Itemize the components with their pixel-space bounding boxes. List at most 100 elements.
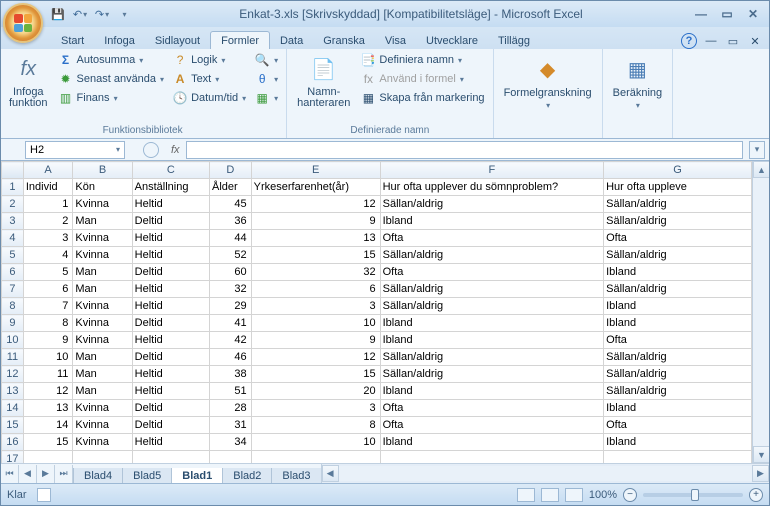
cell[interactable]: Ibland (604, 434, 752, 451)
cell[interactable]: Heltid (132, 247, 209, 264)
col-header-D[interactable]: D (210, 162, 252, 179)
ribbon-tab-start[interactable]: Start (51, 32, 94, 49)
cell[interactable]: 1 (23, 196, 73, 213)
cell[interactable]: Kvinna (73, 298, 132, 315)
cell[interactable]: 12 (251, 349, 380, 366)
row-header-10[interactable]: 10 (2, 332, 24, 349)
name-manager-button[interactable]: 📄 Namn- hanteraren (293, 51, 354, 111)
cell[interactable]: 5 (23, 264, 73, 281)
scroll-left-icon[interactable]: ◀ (322, 465, 339, 482)
row-header-11[interactable]: 11 (2, 349, 24, 366)
cell[interactable]: Sällan/aldrig (380, 281, 604, 298)
cell[interactable]: 46 (210, 349, 252, 366)
cell[interactable]: 10 (23, 349, 73, 366)
cell[interactable]: Ibland (380, 213, 604, 230)
vertical-scrollbar[interactable]: ▲ ▼ (752, 161, 769, 463)
row-header-13[interactable]: 13 (2, 383, 24, 400)
name-box[interactable]: H2 ▾ (25, 141, 125, 159)
row-header-7[interactable]: 7 (2, 281, 24, 298)
ribbon-tab-data[interactable]: Data (270, 32, 313, 49)
cell[interactable]: 15 (251, 366, 380, 383)
cell[interactable]: Ibland (380, 383, 604, 400)
cell[interactable]: 10 (251, 434, 380, 451)
row-header-9[interactable]: 9 (2, 315, 24, 332)
cell[interactable]: Heltid (132, 366, 209, 383)
cell[interactable] (132, 451, 209, 464)
cell[interactable]: 8 (23, 315, 73, 332)
use-in-formula-button[interactable]: fxAnvänd i formel▾ (358, 70, 486, 88)
cell[interactable]: 8 (251, 417, 380, 434)
cell[interactable]: 2 (23, 213, 73, 230)
cell[interactable]: Ibland (604, 264, 752, 281)
zoom-out-button[interactable]: − (623, 488, 637, 502)
ribbon-tab-sidlayout[interactable]: Sidlayout (145, 32, 210, 49)
cell[interactable]: 10 (251, 315, 380, 332)
row-header-2[interactable]: 2 (2, 196, 24, 213)
cell[interactable]: Heltid (132, 383, 209, 400)
cell[interactable]: Kvinna (73, 400, 132, 417)
cell[interactable]: Man (73, 366, 132, 383)
cell[interactable]: Ibland (380, 315, 604, 332)
sheet-tab-blad1[interactable]: Blad1 (171, 468, 223, 484)
cell[interactable]: Kvinna (73, 417, 132, 434)
cell[interactable]: 9 (251, 213, 380, 230)
zoom-slider[interactable] (643, 493, 743, 497)
ribbon-tab-infoga[interactable]: Infoga (94, 32, 145, 49)
calculation-button[interactable]: ▦ Beräkning ▾ (609, 51, 667, 112)
formula-bar[interactable] (186, 141, 743, 159)
cell[interactable]: Ibland (380, 332, 604, 349)
cell[interactable]: Man (73, 213, 132, 230)
cell[interactable]: Sällan/aldrig (380, 247, 604, 264)
cell[interactable]: 34 (210, 434, 252, 451)
row-header-3[interactable]: 3 (2, 213, 24, 230)
col-header-F[interactable]: F (380, 162, 604, 179)
horizontal-scrollbar[interactable]: ◀ ▶ (321, 464, 769, 483)
ribbon-tab-granska[interactable]: Granska (313, 32, 375, 49)
scroll-up-icon[interactable]: ▲ (753, 161, 769, 178)
office-button[interactable] (3, 3, 43, 43)
more-fn-button[interactable]: ▦▾ (252, 89, 280, 107)
ribbon-tab-visa[interactable]: Visa (375, 32, 416, 49)
doc-restore-button[interactable]: ▭ (725, 33, 741, 49)
first-sheet-button[interactable]: ⏮ (1, 465, 19, 483)
cell[interactable]: 29 (210, 298, 252, 315)
cell[interactable]: 15 (23, 434, 73, 451)
cell[interactable]: 12 (251, 196, 380, 213)
row-header-14[interactable]: 14 (2, 400, 24, 417)
cell[interactable]: 3 (23, 230, 73, 247)
cell[interactable]: Ofta (604, 230, 752, 247)
cell[interactable]: Sällan/aldrig (380, 349, 604, 366)
cell[interactable]: Individ (23, 179, 73, 196)
row-header-17[interactable]: 17 (2, 451, 24, 464)
fx-label[interactable]: fx (171, 144, 180, 156)
maximize-button[interactable]: ▭ (715, 6, 739, 22)
cell[interactable]: Anställning (132, 179, 209, 196)
scroll-right-icon[interactable]: ▶ (752, 465, 769, 482)
cell[interactable]: Sällan/aldrig (604, 213, 752, 230)
zoom-in-button[interactable]: + (749, 488, 763, 502)
undo-icon[interactable]: ↶▾ (71, 5, 89, 23)
spreadsheet-grid[interactable]: ABCDEFG1IndividKönAnställningÅlderYrkese… (1, 161, 752, 463)
cell[interactable]: Deltid (132, 315, 209, 332)
close-button[interactable]: ✕ (741, 6, 765, 22)
cell[interactable]: Ofta (380, 417, 604, 434)
row-header-15[interactable]: 15 (2, 417, 24, 434)
cell[interactable]: Ibland (380, 434, 604, 451)
col-header-E[interactable]: E (251, 162, 380, 179)
cell[interactable] (604, 451, 752, 464)
col-header-B[interactable]: B (73, 162, 132, 179)
row-header-1[interactable]: 1 (2, 179, 24, 196)
cell[interactable]: Ofta (380, 230, 604, 247)
minimize-button[interactable]: — (689, 6, 713, 22)
sheet-tab-blad4[interactable]: Blad4 (73, 468, 123, 484)
cell[interactable]: Ibland (604, 315, 752, 332)
last-sheet-button[interactable]: ⏭ (55, 465, 73, 483)
cell[interactable]: Heltid (132, 281, 209, 298)
col-header-C[interactable]: C (132, 162, 209, 179)
sheet-tab-blad3[interactable]: Blad3 (271, 468, 321, 484)
save-icon[interactable]: 💾 (49, 5, 67, 23)
expand-formula-bar-button[interactable]: ▾ (749, 141, 765, 159)
ribbon-tab-formler[interactable]: Formler (210, 31, 270, 49)
cell[interactable]: 3 (251, 400, 380, 417)
namebox-dropdown-icon[interactable]: ▾ (116, 145, 120, 154)
